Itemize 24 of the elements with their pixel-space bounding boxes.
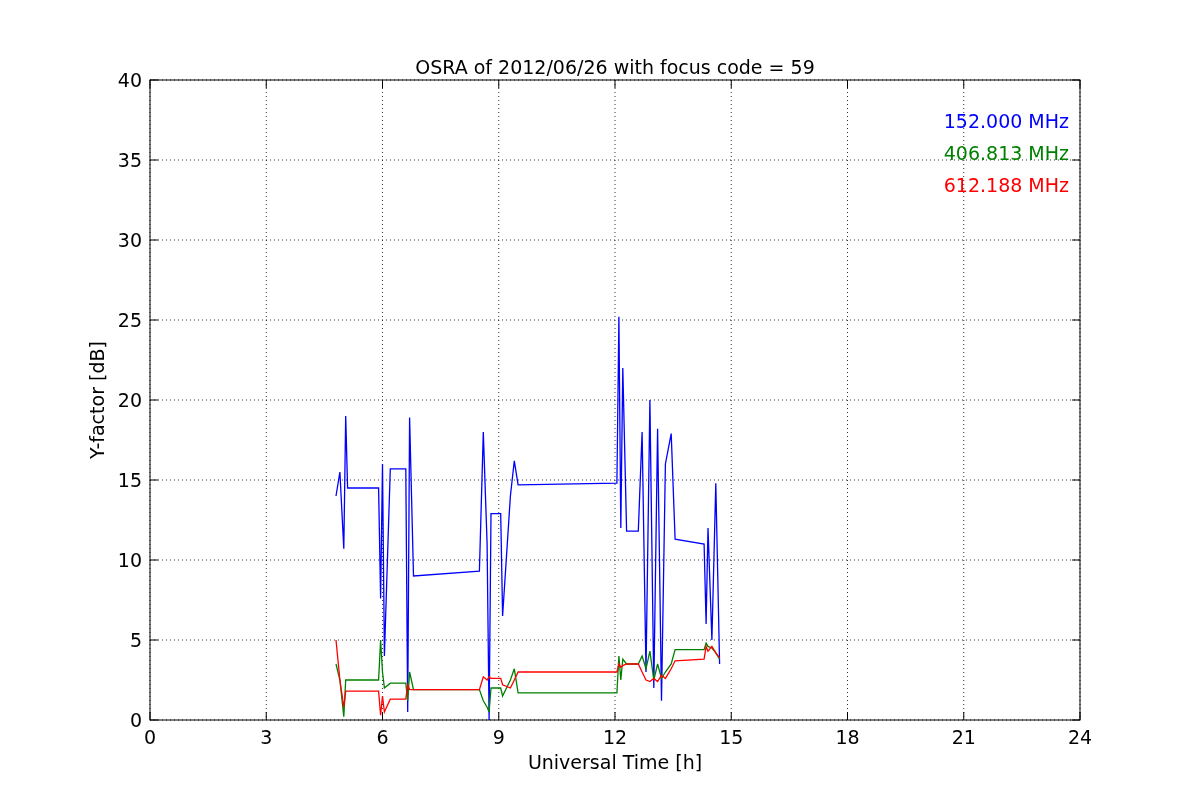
y-axis-label: Y-factor [dB]	[86, 341, 108, 459]
chart-title: OSRA of 2012/06/26 with focus code = 59	[415, 56, 815, 78]
y-tick-label: 15	[117, 469, 142, 491]
x-tick-label: 9	[492, 726, 505, 748]
y-tick-label: 25	[117, 309, 142, 331]
legend-label: 612.188 MHz	[943, 174, 1069, 196]
x-tick-label: 15	[719, 726, 744, 748]
x-axis-label: Universal Time [h]	[527, 751, 703, 773]
x-tick-label: 3	[260, 726, 273, 748]
legend-label: 152.000 MHz	[943, 110, 1069, 132]
x-tick-label: 12	[602, 726, 628, 748]
x-tick-label: 6	[376, 726, 389, 748]
legend-label: 406.813 MHz	[943, 142, 1069, 164]
x-tick-label: 18	[835, 726, 860, 748]
x-tick-label: 24	[1067, 726, 1093, 748]
y-tick-label: 20	[117, 389, 142, 411]
y-tick-label: 35	[117, 149, 142, 171]
x-tick-label: 21	[951, 726, 976, 748]
y-tick-label: 0	[129, 709, 142, 731]
x-tick-label: 0	[143, 726, 157, 748]
y-tick-label: 30	[117, 229, 142, 251]
y-tick-label: 5	[129, 629, 142, 651]
y-tick-label: 10	[117, 549, 142, 571]
y-tick-label: 40	[117, 69, 142, 91]
